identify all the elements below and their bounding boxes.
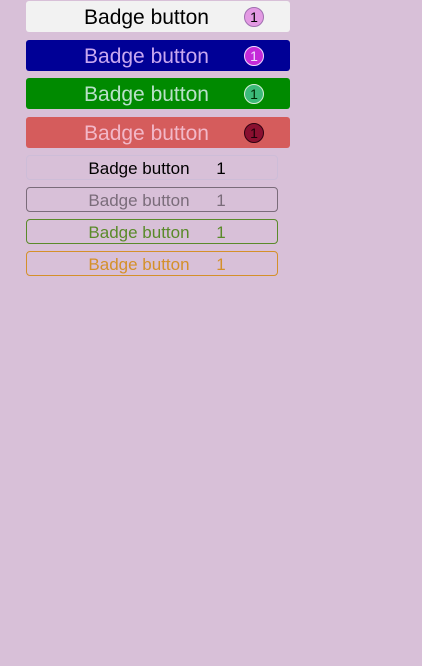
badge-button-label: Badge button (84, 122, 209, 145)
badge-button-success[interactable]: Badge button 1 (26, 78, 290, 109)
badge-count: 1 (216, 191, 226, 210)
badge-count: 1 (216, 255, 226, 274)
badge-button-danger[interactable]: Badge button 1 (26, 117, 290, 148)
badge-count: 1 (216, 159, 226, 178)
badge-button-label: Badge button (84, 45, 209, 68)
badge-button-label: Badge button (84, 83, 209, 106)
badge-count: 1 (244, 46, 264, 66)
badge-button-outline-green[interactable]: Badge button 1 (26, 219, 278, 244)
badge-button-outline-light[interactable]: Badge button 1 (26, 155, 278, 180)
badge-button-primary[interactable]: Badge button 1 (26, 40, 290, 71)
badge-count: 1 (244, 84, 264, 104)
badge-count: 1 (216, 223, 226, 242)
badge-button-label: Badge button (84, 6, 209, 29)
badge-count: 1 (244, 123, 264, 143)
badge-button-outline-orange[interactable]: Badge button 1 (26, 251, 278, 276)
badge-button-outline-gray[interactable]: Badge button 1 (26, 187, 278, 212)
badge-count: 1 (244, 7, 264, 27)
badge-button-light[interactable]: Badge button 1 (26, 1, 290, 32)
